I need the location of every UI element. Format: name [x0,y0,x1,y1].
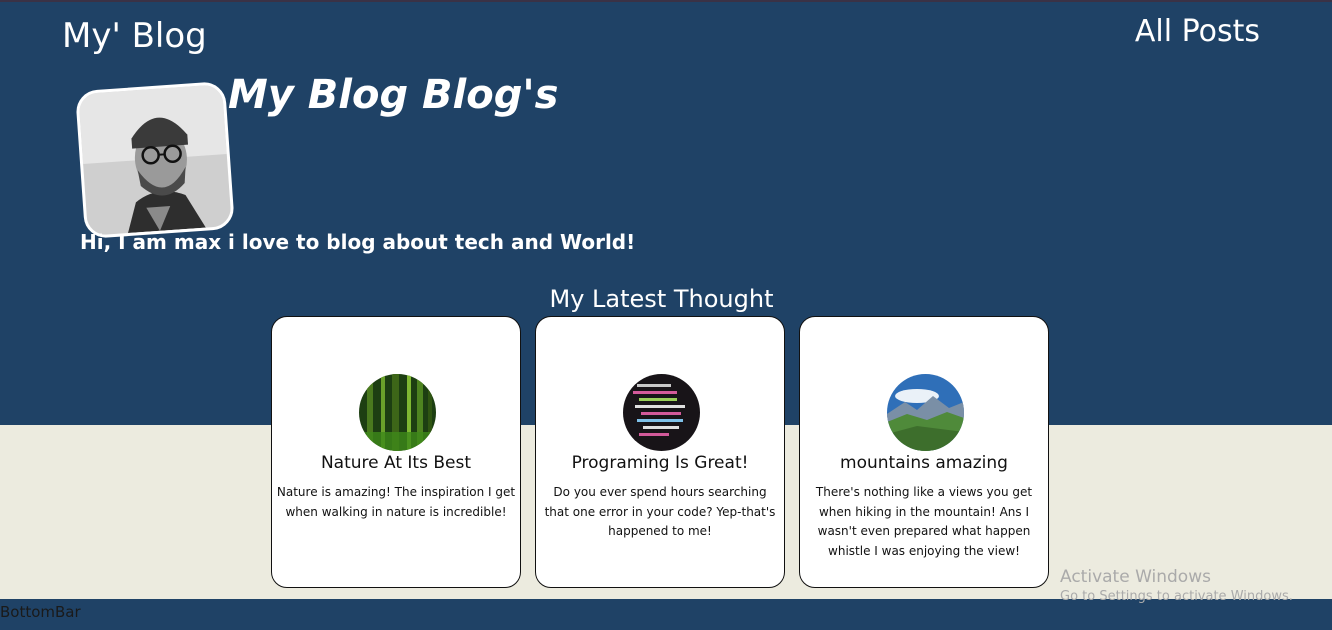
latest-posts-heading: My Latest Thought [549,285,774,313]
post-excerpt: There's nothing like a views you get whe… [815,485,1033,559]
bio-text: Hi, I am max i love to blog about tech a… [80,230,636,254]
mountain-thumbnail [887,374,964,451]
post-card[interactable]: Programing Is Great! Do you ever spend h… [535,316,785,588]
bottom-bar-label: BottomBar [0,603,81,621]
forest-thumbnail [359,374,436,451]
post-title[interactable]: Programing Is Great! [536,453,784,473]
brand-logo[interactable]: My' Blog [62,16,207,56]
post-excerpt: Do you ever spend hours searching that o… [544,485,776,539]
post-excerpt: Nature is amazing! The inspiration I get… [276,485,516,519]
code-screen-thumbnail [623,374,700,451]
post-card[interactable]: mountains amazing There's nothing like a… [799,316,1049,588]
page-title: My Blog Blog's [228,72,559,118]
watermark-title: Activate Windows [1060,567,1211,587]
nav-all-posts-link[interactable]: All Posts [1135,14,1260,49]
activate-windows-watermark: Activate Windows Go to Settings to activ… [1060,567,1293,604]
avatar [75,80,235,240]
profile-photo [78,84,232,236]
post-title[interactable]: mountains amazing [800,453,1048,473]
post-card[interactable]: Nature At Its Best Nature is amazing! Th… [271,316,521,588]
post-title[interactable]: Nature At Its Best [272,453,520,473]
watermark-subtitle: Go to Settings to activate Windows. [1060,589,1293,604]
